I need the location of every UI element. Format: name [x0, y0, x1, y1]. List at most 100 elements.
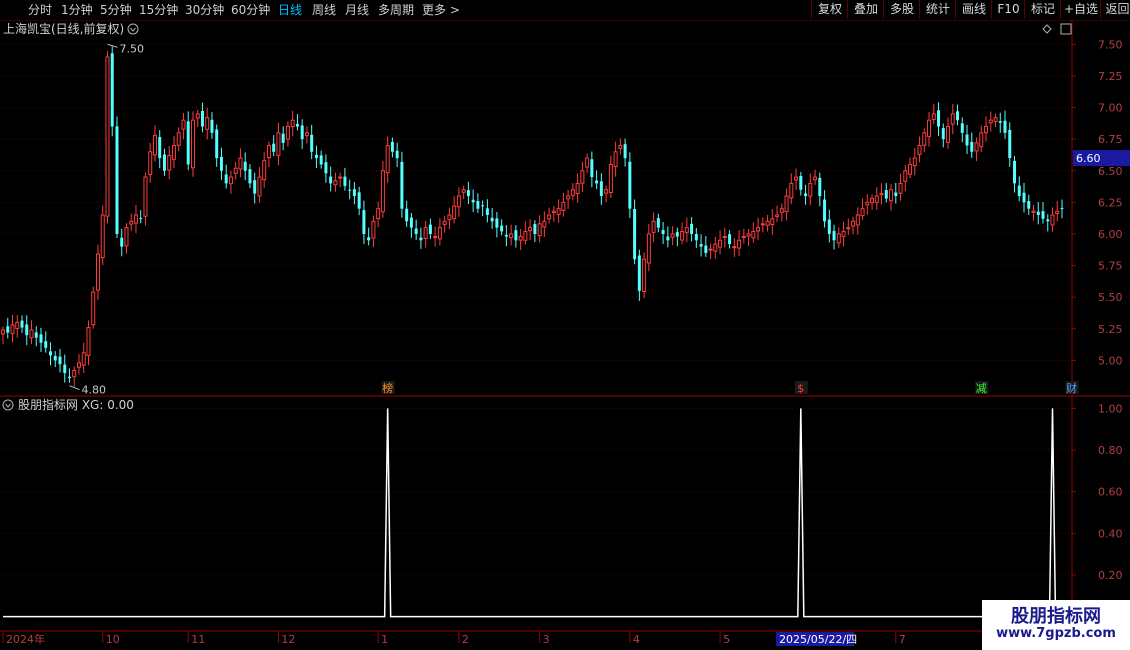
period-tab-3[interactable]: 15分钟 — [139, 2, 178, 18]
candle-180 — [855, 207, 860, 235]
candle-113 — [537, 215, 542, 243]
candle-88 — [419, 227, 423, 249]
candle-111 — [528, 219, 533, 241]
title-chevron-icon — [130, 27, 136, 32]
candle-189 — [898, 173, 903, 201]
candle-213 — [1013, 155, 1017, 193]
candle-160 — [760, 217, 765, 233]
candle-41 — [195, 109, 200, 127]
candle-177 — [841, 221, 846, 247]
candle-53 — [253, 172, 257, 204]
candle-220 — [1046, 214, 1050, 232]
period-tab-8[interactable]: 月线 — [345, 2, 369, 18]
low-price-label: 4.80 — [81, 384, 106, 397]
candle-115 — [547, 207, 552, 224]
event-marker-3: 财 — [1066, 381, 1077, 395]
candle-27 — [129, 213, 134, 232]
candle-30 — [143, 172, 148, 226]
date-label-6: 3 — [543, 633, 550, 646]
candle-56 — [266, 141, 271, 168]
candle-140 — [666, 226, 670, 248]
candle-4 — [20, 315, 24, 333]
candle-214 — [1017, 176, 1021, 202]
event-marker-1: $ — [797, 382, 804, 395]
candle-9 — [44, 331, 48, 353]
toolbar-button-2[interactable]: 多股 — [883, 0, 920, 19]
candle-173 — [823, 190, 827, 228]
candle-46 — [219, 147, 223, 180]
candle-179 — [851, 216, 856, 235]
candle-176 — [836, 227, 841, 248]
candle-216 — [1027, 194, 1031, 216]
candle-76 — [362, 200, 366, 245]
toolbar-button-3[interactable]: 统计 — [919, 0, 956, 19]
candle-117 — [556, 199, 561, 223]
toolbar-button-8[interactable]: 返回 — [1100, 0, 1130, 19]
candle-65 — [310, 124, 314, 160]
toolbar-button-4[interactable]: 画线 — [955, 0, 992, 19]
toolbar-button-1[interactable]: 叠加 — [847, 0, 884, 19]
candle-171 — [813, 169, 818, 186]
toolbar-button-7[interactable]: +自选 — [1060, 0, 1101, 19]
toolbar-button-5[interactable]: F10 — [991, 0, 1025, 19]
candle-182 — [865, 194, 870, 215]
candle-72 — [343, 167, 347, 191]
diamond-icon — [1042, 24, 1052, 34]
period-tab-7[interactable]: 周线 — [312, 2, 336, 18]
period-tab-1[interactable]: 1分钟 — [61, 2, 93, 18]
candle-123 — [585, 153, 590, 173]
event-marker-2: 减 — [976, 382, 987, 395]
candle-10 — [48, 342, 52, 366]
candle-170 — [808, 173, 813, 206]
candle-188 — [894, 183, 898, 204]
candle-104 — [495, 211, 499, 238]
toolbar-button-0[interactable]: 复权 — [811, 0, 848, 19]
candle-84 — [400, 151, 404, 218]
candle-142 — [675, 227, 679, 247]
candle-82 — [390, 137, 394, 158]
candle-39 — [186, 111, 190, 170]
period-tab-4[interactable]: 30分钟 — [185, 2, 224, 18]
period-tab-6[interactable]: 日线 — [278, 2, 302, 18]
candle-18 — [86, 320, 91, 366]
candle-105 — [500, 219, 504, 236]
candle-49 — [233, 161, 238, 180]
candle-50 — [238, 148, 243, 178]
price-tick-label-2: 5.50 — [1098, 291, 1123, 304]
candle-63 — [300, 119, 304, 149]
candle-150 — [713, 236, 718, 259]
candle-185 — [879, 183, 884, 205]
candle-100 — [476, 193, 480, 213]
candle-131 — [623, 138, 627, 167]
price-tick-label-0: 5.00 — [1098, 354, 1123, 367]
candle-103 — [490, 207, 494, 229]
xg-indicator-line — [3, 408, 1062, 618]
candle-134 — [637, 249, 641, 301]
toolbar-button-6[interactable]: 标记 — [1024, 0, 1061, 19]
candle-97 — [461, 185, 466, 200]
candle-2 — [10, 314, 15, 343]
period-tab-10[interactable]: 更多 > — [422, 2, 460, 18]
candle-79 — [376, 201, 381, 228]
candle-38 — [181, 113, 186, 140]
candle-8 — [39, 327, 43, 353]
candle-99 — [471, 189, 475, 212]
date-label-2: 11 — [191, 633, 205, 646]
candle-26 — [124, 223, 129, 254]
candle-168 — [799, 172, 803, 196]
candle-42 — [200, 102, 204, 133]
candle-15 — [72, 366, 77, 387]
period-tab-5[interactable]: 60分钟 — [231, 2, 270, 18]
period-tab-9[interactable]: 多周期 — [378, 2, 414, 18]
candle-144 — [684, 217, 689, 243]
candle-114 — [542, 211, 547, 238]
period-tab-2[interactable]: 5分钟 — [100, 2, 132, 18]
candle-202 — [960, 117, 964, 143]
ind-tick-label-3: 0.80 — [1098, 444, 1123, 457]
candle-175 — [832, 224, 836, 250]
candle-133 — [633, 199, 637, 265]
candle-148 — [704, 236, 708, 257]
period-tab-0[interactable]: 分时 — [28, 2, 52, 18]
candle-62 — [295, 114, 299, 131]
current-price-label: 6.60 — [1076, 152, 1101, 165]
